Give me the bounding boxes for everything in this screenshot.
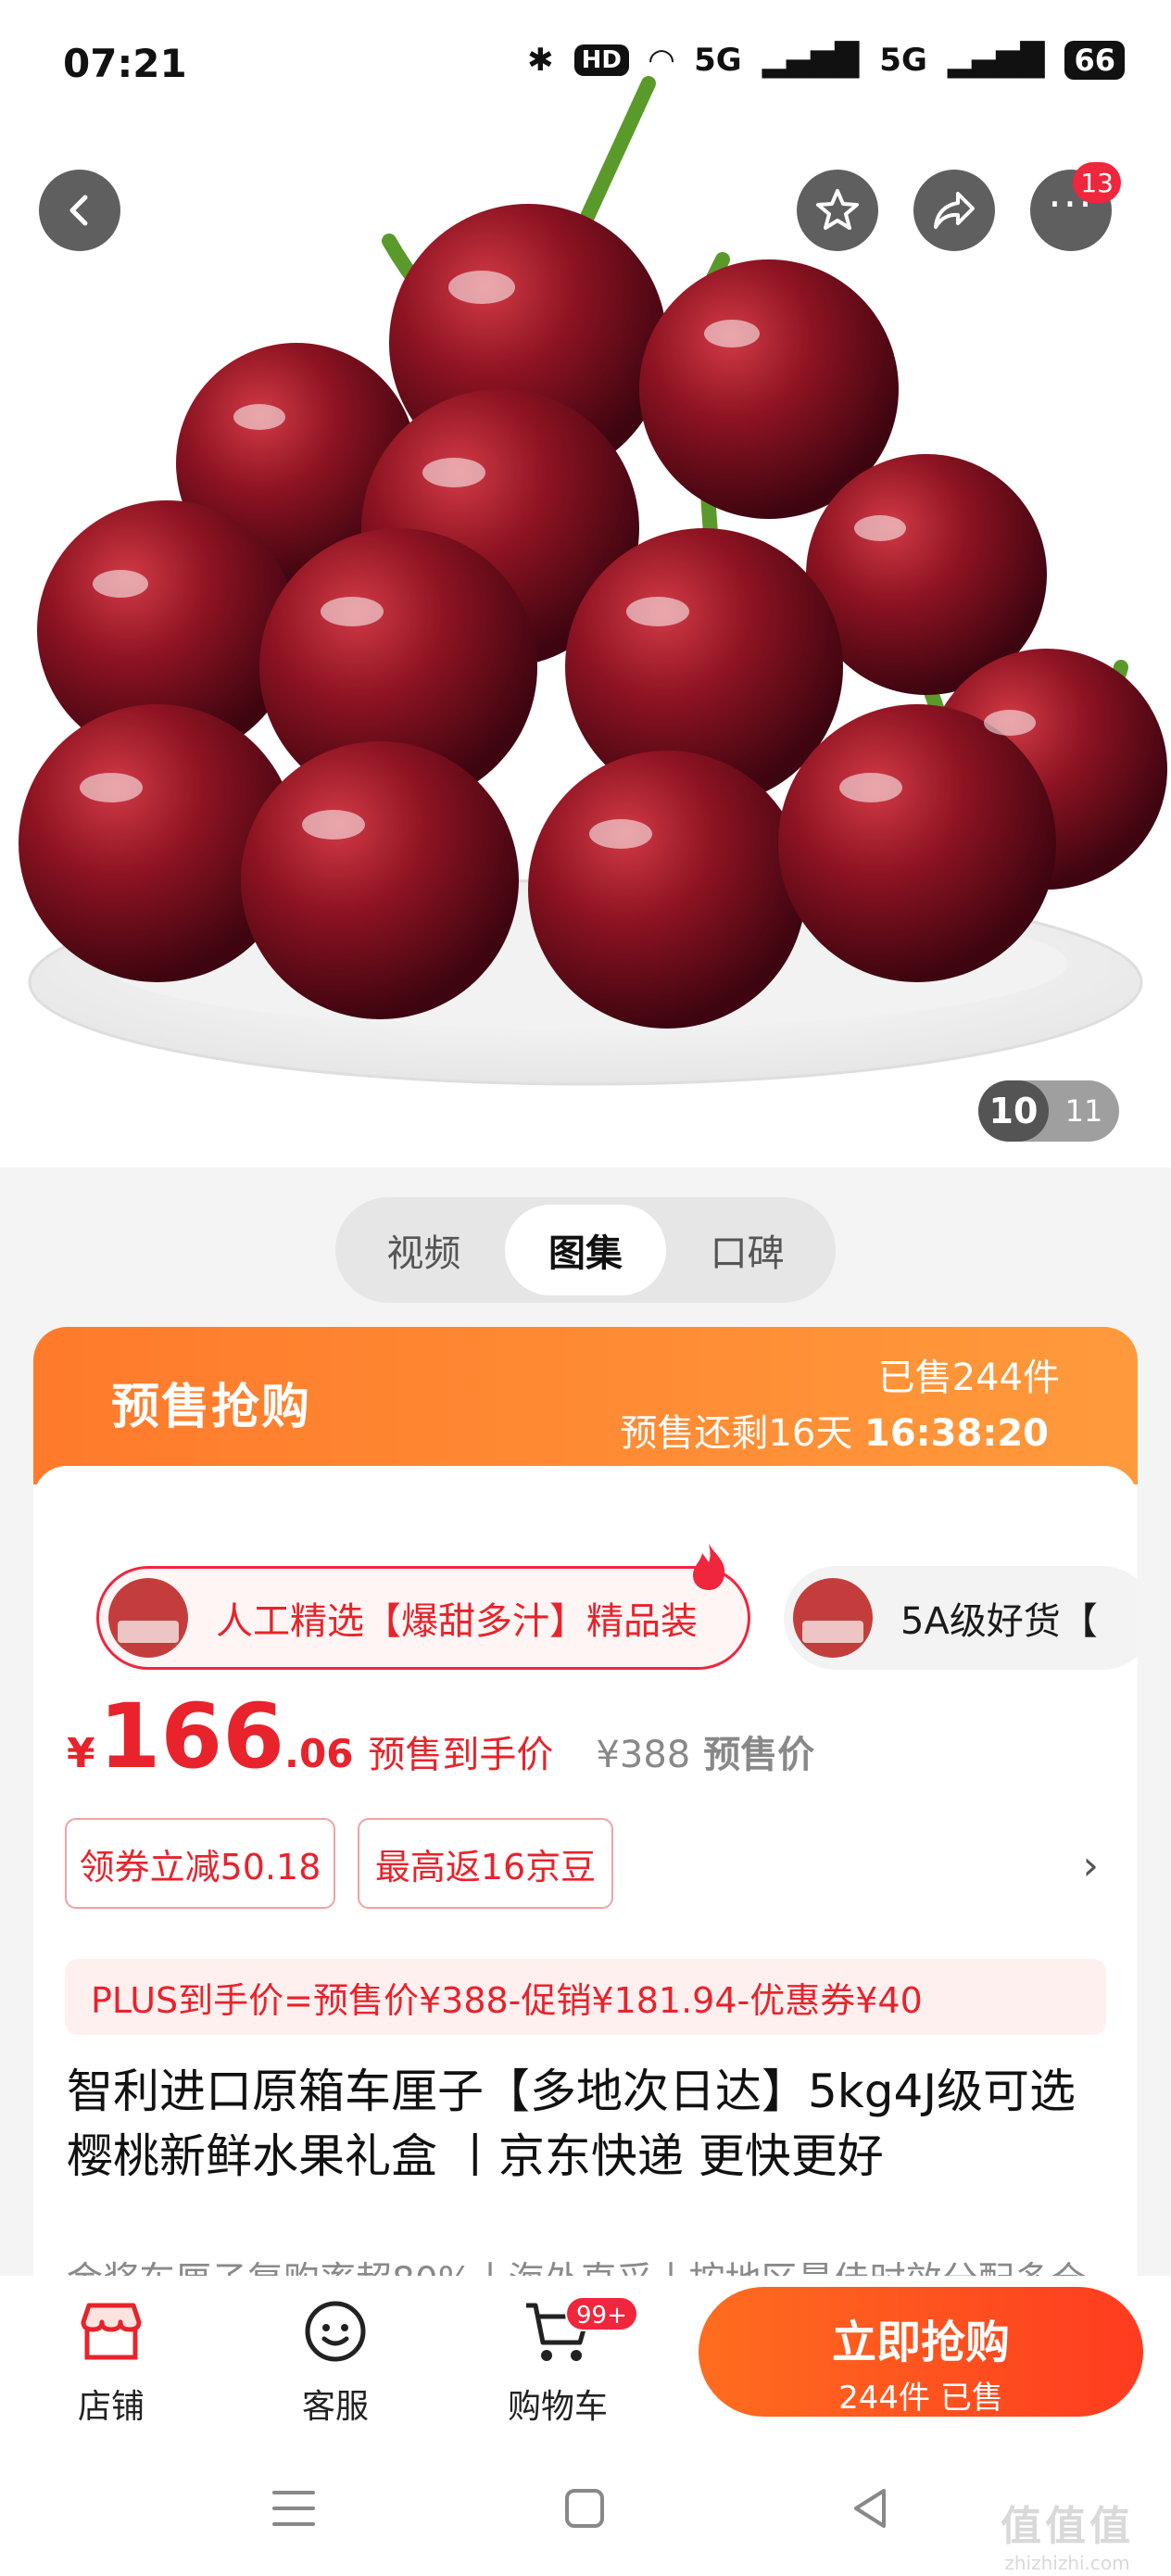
buy-sold-count: 244件 已售 bbox=[838, 2380, 1003, 2417]
spec-selector: 人工精选【爆甜多汁】精品装 5A级好货【 bbox=[96, 1566, 1138, 1670]
more-button[interactable]: ··· 13 bbox=[1030, 162, 1121, 251]
price-note: 预售到手价 bbox=[368, 1734, 554, 1776]
signal-5g-icon: 5G bbox=[694, 42, 742, 79]
system-navigation-bar bbox=[0, 2443, 1171, 2576]
wifi-icon: ◠ bbox=[648, 42, 674, 79]
presale-banner: 预售抢购 已售244件 预售还剩16天 16:38:20 bbox=[33, 1327, 1138, 1484]
spec-option-selected[interactable]: 人工精选【爆甜多汁】精品装 bbox=[96, 1566, 750, 1670]
chevron-left-icon bbox=[69, 195, 88, 226]
spec-option[interactable]: 5A级好货【 bbox=[784, 1566, 1138, 1670]
watermark-logo: 值值值 bbox=[1001, 2503, 1134, 2550]
coupon-jingdou[interactable]: 最高返16京豆 bbox=[358, 1818, 613, 1909]
bluetooth-icon: ✱ bbox=[527, 42, 554, 79]
menu-button[interactable] bbox=[261, 2476, 326, 2541]
price-currency: ¥ bbox=[67, 1730, 95, 1777]
original-price-label: 预售价 bbox=[703, 1734, 815, 1776]
signal-bars-icon-2: ▂▄▆█ bbox=[947, 42, 1045, 79]
signal-bars-icon: ▂▄▆█ bbox=[762, 42, 860, 79]
chevron-right-icon[interactable]: › bbox=[1082, 1842, 1099, 1889]
media-tabs: 视频 图集 口碑 bbox=[335, 1197, 836, 1303]
product-title: 智利进口原箱车厘子【多地次日达】5kg4J级可选樱桃新鲜水果礼盒 丨京东快递 更… bbox=[67, 2065, 1077, 2183]
coupon-row: 领券立减50.18 最高返16京豆 › bbox=[65, 1818, 1106, 1911]
bottom-action-bar: 店铺 客服 99+ 购物车 立即抢购 244件 已售 bbox=[0, 2276, 1171, 2443]
favorite-button[interactable] bbox=[797, 170, 878, 251]
hot-fire-icon bbox=[693, 1544, 725, 1590]
menu-icon bbox=[272, 2491, 315, 2526]
original-price: ¥388 bbox=[596, 1734, 691, 1776]
notification-badge: 13 bbox=[1073, 162, 1121, 203]
home-button[interactable] bbox=[552, 2476, 617, 2541]
price-decimal: .06 bbox=[284, 1731, 354, 1776]
product-page: 07:21 ✱ HD ◠ 5G ▂▄▆█ 5G ▂▄▆█ 66 ··· 13 1… bbox=[0, 0, 1171, 2576]
cart-count-badge: 99+ bbox=[565, 2296, 638, 2331]
cherries-photo bbox=[0, 0, 1171, 1168]
share-button[interactable] bbox=[913, 170, 995, 251]
watermark: 值值值 zhizhizhi.com bbox=[1001, 2493, 1134, 2574]
customer-service-button[interactable]: 客服 bbox=[271, 2292, 400, 2428]
shop-button[interactable]: 店铺 bbox=[46, 2292, 176, 2428]
spec-label: 5A级好货【 bbox=[900, 1600, 1098, 1643]
countdown-timer: 16:38:20 bbox=[864, 1412, 1049, 1455]
presale-title: 预售抢购 bbox=[111, 1380, 312, 1435]
price-row: ¥ 166 .06 预售到手价 ¥388 预售价 bbox=[67, 1685, 814, 1788]
back-triangle-icon bbox=[854, 2489, 886, 2528]
price-integer: 166 bbox=[98, 1685, 285, 1788]
buy-now-button[interactable]: 立即抢购 244件 已售 bbox=[699, 2287, 1143, 2417]
service-label: 客服 bbox=[301, 2388, 369, 2426]
back-nav-button[interactable] bbox=[837, 2476, 902, 2541]
gallery-current-page: 10 bbox=[978, 1080, 1049, 1142]
buy-now-label: 立即抢购 bbox=[831, 2317, 1010, 2368]
tab-gallery[interactable]: 图集 bbox=[504, 1205, 667, 1295]
chat-smile-icon bbox=[305, 2301, 366, 2362]
product-details: 人工精选【爆甜多汁】精品装 5A级好货【 ¥ 166 .06 预售到手价 ¥38… bbox=[33, 1466, 1138, 2346]
spec-thumbnail bbox=[793, 1578, 873, 1658]
shop-icon bbox=[81, 2303, 142, 2360]
gallery-page-indicator: 10 11 bbox=[978, 1080, 1119, 1142]
status-icons: ✱ HD ◠ 5G ▂▄▆█ 5G ▂▄▆█ 66 bbox=[527, 41, 1125, 80]
status-bar: 07:21 ✱ HD ◠ 5G ▂▄▆█ 5G ▂▄▆█ 66 bbox=[0, 0, 1171, 134]
shop-label: 店铺 bbox=[77, 2388, 145, 2426]
hd-badge: HD bbox=[573, 44, 629, 76]
watermark-url: zhizhizhi.com bbox=[1004, 2552, 1130, 2574]
battery-icon: 66 bbox=[1064, 41, 1125, 80]
back-button[interactable] bbox=[39, 170, 120, 251]
presale-sold-count: 已售244件 bbox=[877, 1357, 1060, 1399]
coupon-discount[interactable]: 领券立减50.18 bbox=[65, 1818, 335, 1909]
status-time: 07:21 bbox=[63, 41, 187, 86]
cart-label: 购物车 bbox=[507, 2388, 608, 2426]
share-icon bbox=[934, 192, 975, 229]
plus-price-bar[interactable]: PLUS到手价=预售价¥388-促销¥181.94-优惠券¥40 bbox=[65, 1959, 1106, 2035]
gallery-total-pages: 11 bbox=[1064, 1093, 1103, 1129]
spec-label: 人工精选【爆甜多汁】精品装 bbox=[216, 1600, 698, 1643]
cart-button[interactable]: 99+ 购物车 bbox=[493, 2292, 638, 2428]
signal-5g-icon-2: 5G bbox=[879, 42, 927, 79]
tab-reviews[interactable]: 口碑 bbox=[666, 1205, 828, 1295]
product-image-carousel[interactable] bbox=[0, 0, 1171, 1168]
presale-countdown: 预售还剩16天 16:38:20 bbox=[620, 1403, 1049, 1457]
star-icon bbox=[816, 189, 859, 230]
spec-thumbnail bbox=[108, 1578, 188, 1658]
home-square-icon bbox=[565, 2489, 604, 2528]
presale-remain-label: 预售还剩16天 bbox=[620, 1412, 853, 1455]
product-info-card: 预售抢购 已售244件 预售还剩16天 16:38:20 人工精选【爆甜多汁】精… bbox=[33, 1327, 1138, 2346]
tab-video[interactable]: 视频 bbox=[343, 1205, 505, 1295]
